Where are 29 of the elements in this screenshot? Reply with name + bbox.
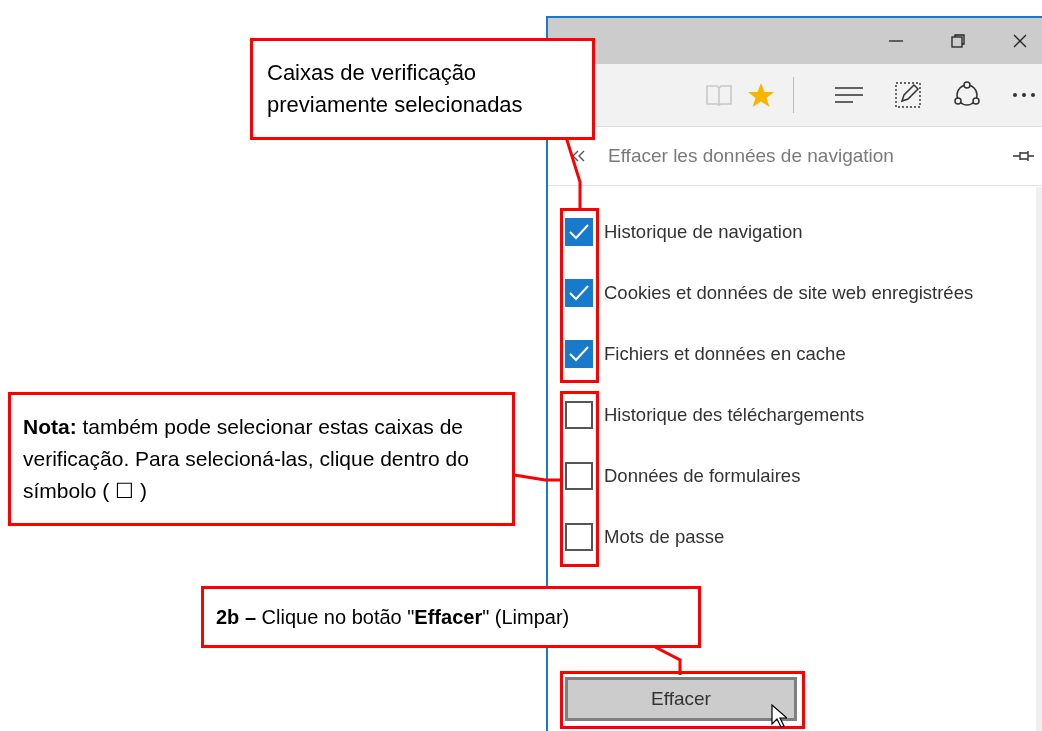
checkbox-label: Mots de passe <box>604 526 725 548</box>
checkbox[interactable] <box>565 218 593 246</box>
cursor-icon <box>771 704 787 728</box>
checkbox[interactable] <box>565 279 593 307</box>
double-chevron-icon[interactable] <box>570 148 586 164</box>
pen-icon[interactable] <box>894 81 922 109</box>
restore-icon[interactable] <box>950 33 966 49</box>
checkbox-label: Historique de navigation <box>604 221 803 243</box>
more-icon[interactable] <box>1012 92 1036 98</box>
checkbox[interactable] <box>565 340 593 368</box>
checkbox-label: Fichiers et données en cache <box>604 343 846 365</box>
leader-line <box>513 473 560 482</box>
checkbox[interactable] <box>565 523 593 551</box>
checkbox-label: Historique des téléchargements <box>604 404 865 426</box>
panel-title: Effacer les données de navigation <box>608 145 895 167</box>
checkbox[interactable] <box>565 462 593 490</box>
callout-text: 2b – Clique no botão "Effacer" (Limpar) <box>201 586 701 648</box>
share-icon[interactable] <box>952 81 982 109</box>
close-icon[interactable] <box>1012 33 1028 49</box>
menu-lines-icon[interactable] <box>834 86 864 104</box>
checkbox-label: Cookies et données de site web enregistrées <box>604 282 974 304</box>
clear-button[interactable]: Effacer <box>565 677 797 721</box>
leader-line <box>654 645 682 675</box>
callout-text: Nota: também pode selecionar estas caixas de verificação. Para selecioná-las, clique dentro do símbolo ( ☐ ) <box>8 392 515 526</box>
star-icon[interactable] <box>747 82 775 108</box>
pin-icon[interactable] <box>1012 149 1036 163</box>
callout-text: Caixas de verificação previamente selecionadas <box>250 38 595 140</box>
checkbox-label: Données de formulaires <box>604 465 801 487</box>
checkbox[interactable] <box>565 401 593 429</box>
